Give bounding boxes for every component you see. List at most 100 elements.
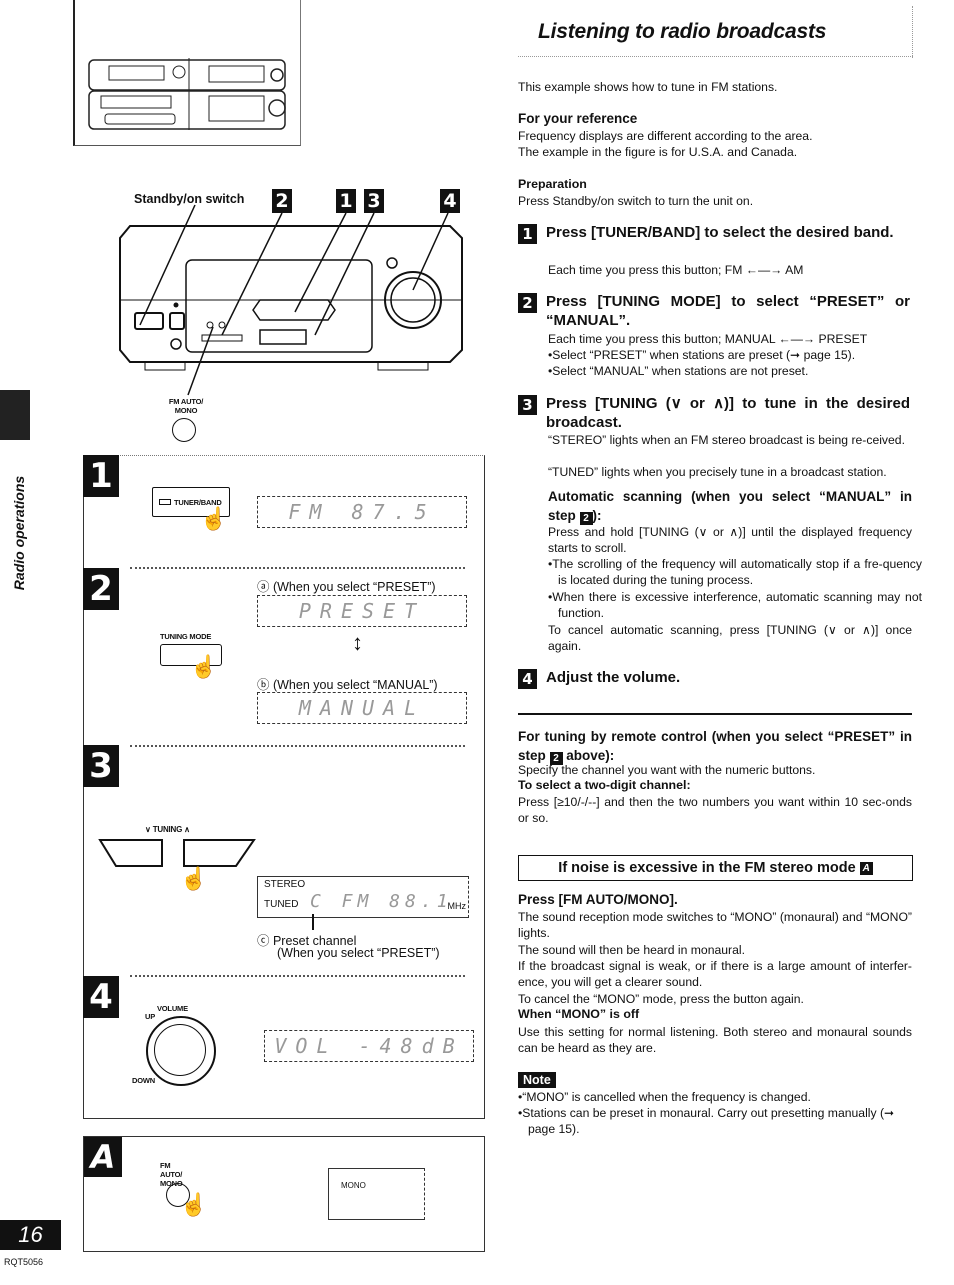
noise-section-box: If noise is excessive in the FM stereo m… xyxy=(518,855,913,881)
volume-up-label: UP xyxy=(145,1012,156,1021)
divider xyxy=(130,567,465,569)
volume-label: VOLUME xyxy=(157,1004,188,1013)
step-1: 1 Press [TUNER/BAND] to select the desir… xyxy=(518,223,912,244)
document-code: RQT5056 xyxy=(4,1257,44,1267)
steps-figure-box xyxy=(83,455,485,1119)
step-2: 2 Press [TUNING MODE] to select “PRESET”… xyxy=(518,292,912,330)
title-rule-vertical xyxy=(912,6,913,58)
remote-body: Specify the channel you want with the nu… xyxy=(518,763,816,777)
tuning-up-button xyxy=(183,839,256,867)
auto-scan-cancel: To cancel automatic scanning, press [TUN… xyxy=(548,623,912,654)
auto-scan-bullet-1: •The scrolling of the frequency will aut… xyxy=(548,557,922,588)
panel-4-number: 4 xyxy=(83,976,119,1018)
note-bullet-1: •“MONO” is cancelled when the frequency … xyxy=(518,1090,811,1104)
volume-knob-inner xyxy=(154,1024,206,1076)
divider xyxy=(130,975,465,977)
tuning-label: ∨ TUNING ∧ xyxy=(145,825,190,834)
fm-auto-mono-button xyxy=(172,418,196,442)
auto-scan-heading-text: Automatic scanning (when you select “MAN… xyxy=(548,489,912,523)
hand-pointer-icon: ☝ xyxy=(180,866,208,891)
panel-1-number: 1 xyxy=(83,455,119,497)
remote-sub-heading: To select a two-digit channel: xyxy=(518,778,691,792)
auto-scan-heading-end: ): xyxy=(592,508,602,523)
section-tab-marker xyxy=(0,390,30,440)
hand-pointer-icon: ☝ xyxy=(200,506,228,531)
noise-line-4: To cancel the “MONO” mode, press the but… xyxy=(518,992,804,1006)
stereo-indicator: STEREO xyxy=(264,879,306,890)
step-4-number: 4 xyxy=(518,669,537,689)
lcd-display-preset: PRESET xyxy=(257,595,467,627)
front-panel-drawing xyxy=(119,204,463,396)
step-3-body-2: “TUNED” lights when you precisely tune i… xyxy=(548,465,887,479)
remote-heading-end: above): xyxy=(562,748,615,763)
auto-scan-bullet-2: •When there is excessive interference, a… xyxy=(548,590,922,621)
figure-ref-badge: A xyxy=(859,861,873,875)
section-tab-text: Radio operations xyxy=(11,475,27,591)
lcd-display-tuned: STEREO TUNED C FM 88.1 MHz xyxy=(257,876,469,918)
reference-line-1: Frequency displays are different accordi… xyxy=(518,129,813,143)
volume-down-label: DOWN xyxy=(132,1076,155,1085)
panel-2-number: 2 xyxy=(83,568,119,610)
panel-3-number: 3 xyxy=(83,745,119,787)
step-4-title: Adjust the volume. xyxy=(546,669,681,686)
bullet-text: The scrolling of the frequency will auto… xyxy=(552,557,922,588)
noise-line-3: If the broadcast signal is weak, or if t… xyxy=(518,959,912,990)
system-illustration xyxy=(73,0,301,146)
step-3-title: Press [TUNING (∨ or ∧)] to tune in the d… xyxy=(546,395,910,431)
lcd-display-mono: MONO xyxy=(328,1168,425,1220)
panel-a-letter: A xyxy=(84,1137,122,1177)
step-3-body-1: “STEREO” lights when an FM stereo broadc… xyxy=(548,433,905,447)
reference-line-2: The example in the figure is for U.S.A. … xyxy=(518,145,798,159)
noise-box-title: If noise is excessive in the FM stereo m… xyxy=(558,860,856,876)
noise-line-1: The sound reception mode switches to “MO… xyxy=(518,910,912,941)
preset-channel-pointer xyxy=(312,914,314,930)
step-2-bullet-2: •Select “MANUAL” when stations are not p… xyxy=(548,364,809,378)
step-1-number: 1 xyxy=(518,224,537,244)
step-2-body: Each time you press this button; MANUAL … xyxy=(548,332,868,346)
intro-text: This example shows how to tune in FM sta… xyxy=(518,80,778,94)
stereo-system-drawing xyxy=(88,58,286,130)
preparation-text: Press Standby/on switch to turn the unit… xyxy=(518,194,754,208)
step-2-bullet-1: •Select “PRESET” when stations are prese… xyxy=(548,348,856,362)
step-1-body: Each time you press this button; FM ←—→ … xyxy=(548,263,804,277)
remote-sub-body: Press [≥10/-/--] and then the two number… xyxy=(518,795,912,826)
preparation-heading: Preparation xyxy=(518,177,587,191)
lcd-display-volume: VOL -48dB xyxy=(264,1030,474,1062)
reference-heading: For your reference xyxy=(518,111,638,126)
remote-heading: For tuning by remote control (when you s… xyxy=(518,727,912,765)
mono-off-heading: When “MONO” is off xyxy=(518,1007,640,1021)
step-1-title: Press [TUNER/BAND] to select the desired… xyxy=(546,224,894,241)
toggle-arrow-icon: ↕ xyxy=(352,630,363,655)
bullet-text: Stations can be preset in monaural. Carr… xyxy=(522,1106,895,1137)
indicator-icon xyxy=(159,499,171,505)
noise-line-2: The sound will then be heard in monaural… xyxy=(518,943,745,957)
step-2-title: Press [TUNING MODE] to select “PRESET” o… xyxy=(546,293,910,329)
bullet-text: Select “MANUAL” when stations are not pr… xyxy=(552,364,809,378)
bullet-text: Select “PRESET” when stations are preset… xyxy=(552,348,856,362)
step-3: 3 Press [TUNING (∨ or ∧)] to tune in the… xyxy=(518,394,912,432)
hand-pointer-icon: ☝ xyxy=(180,1192,208,1217)
tuned-indicator: TUNED xyxy=(264,899,299,910)
fm-auto-mono-heading: Press [FM AUTO/MONO]. xyxy=(518,892,678,907)
tuning-label-text: TUNING xyxy=(152,825,183,834)
note-badge: Note xyxy=(518,1072,556,1088)
caption-preset: ⓐ (When you select “PRESET”) xyxy=(257,580,436,594)
tuning-mode-label: TUNING MODE xyxy=(160,632,212,641)
bullet-text: “MONO” is cancelled when the frequency i… xyxy=(522,1090,811,1104)
lcd-display-fm: FM 87.5 xyxy=(257,496,467,528)
page-title: Listening to radio broadcasts xyxy=(538,20,827,43)
title-rule xyxy=(518,56,913,57)
section-rule xyxy=(518,713,912,715)
mono-off-body: Use this setting for normal listening. B… xyxy=(518,1025,912,1056)
auto-scan-heading: Automatic scanning (when you select “MAN… xyxy=(548,487,912,525)
mono-indicator: MONO xyxy=(341,1181,366,1190)
caption-preset-channel-note: (When you select “PRESET”) xyxy=(277,946,440,960)
page-number: 16 xyxy=(0,1220,61,1250)
bullet-text: When there is excessive interference, au… xyxy=(552,590,922,621)
fm-auto-mono-label: FM AUTO/ MONO xyxy=(168,397,204,415)
step-3-number: 3 xyxy=(518,395,537,415)
frequency-readout: C FM 88.1 xyxy=(310,891,453,912)
hand-pointer-icon: ☝ xyxy=(190,654,218,679)
step-2-number: 2 xyxy=(518,293,537,313)
volume-knob[interactable] xyxy=(146,1016,216,1086)
